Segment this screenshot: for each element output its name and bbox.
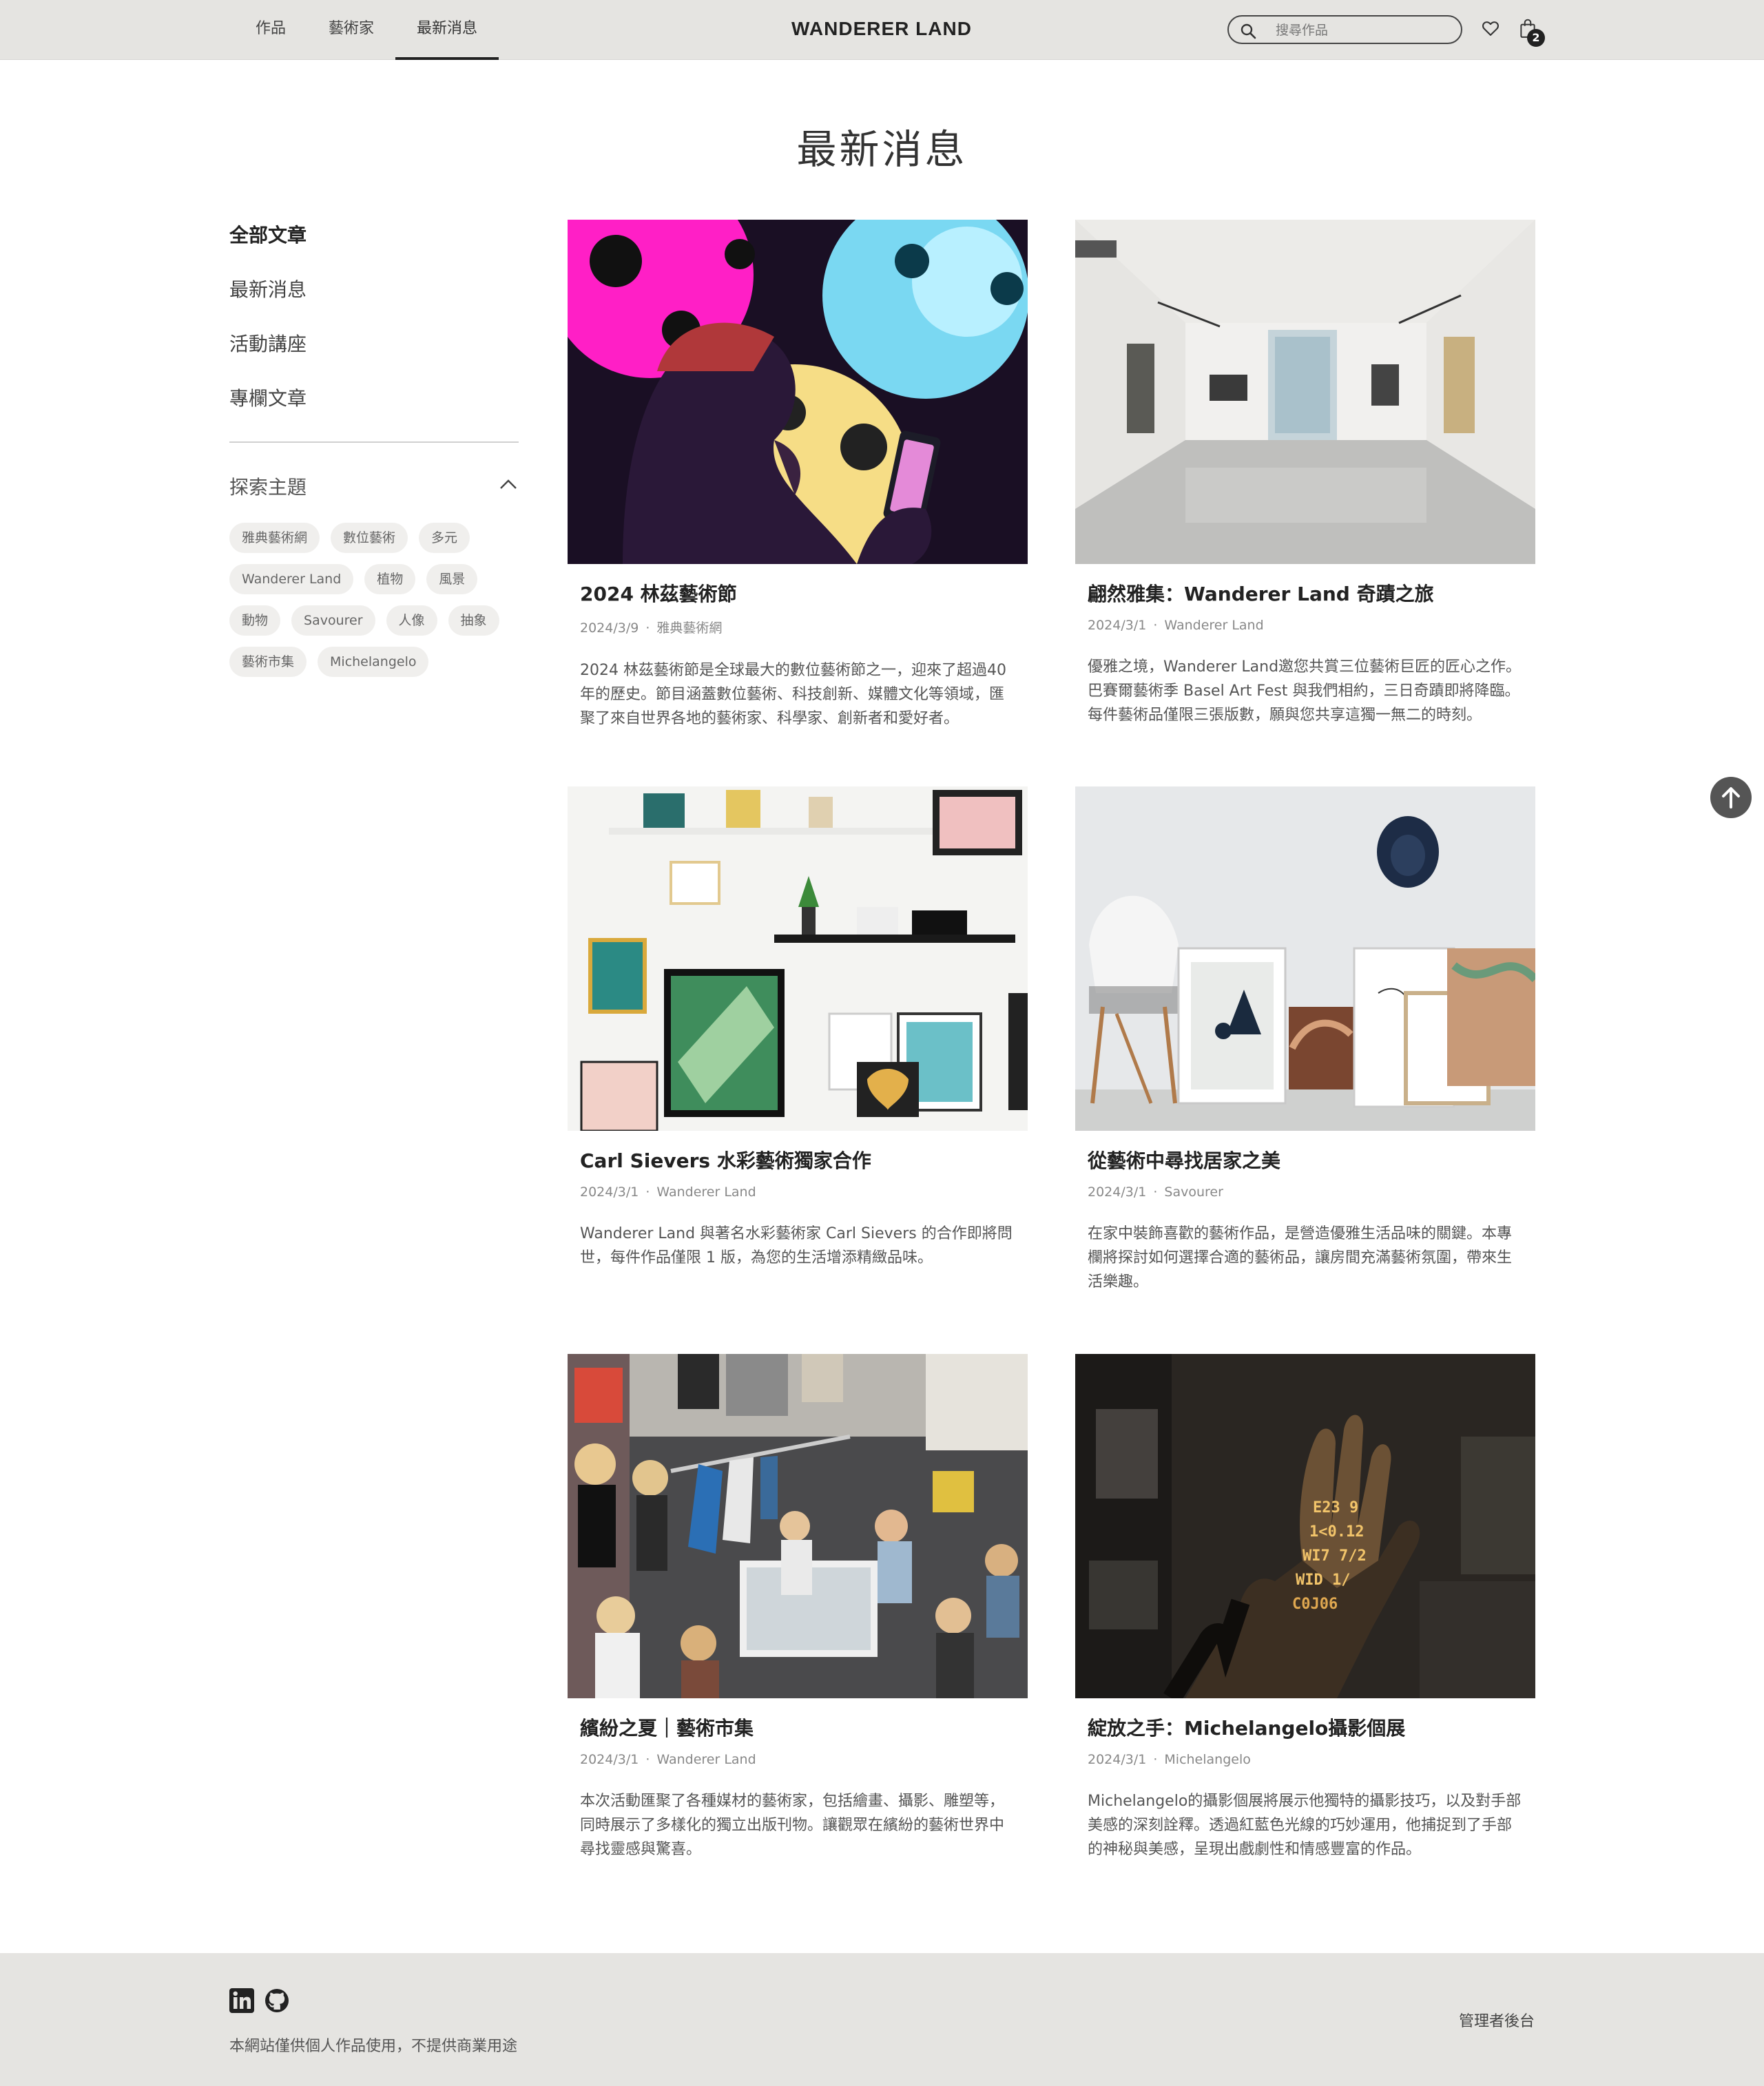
main-nav: 作品 藝術家 最新消息 (234, 0, 499, 60)
topic-tag[interactable]: Savourer (291, 605, 375, 636)
meta-separator: · (1153, 1752, 1158, 1767)
footer-disclaimer: 本網站僅供個人作品使用，不提供商業用途 (229, 2038, 518, 2055)
nav-works[interactable]: 作品 (234, 0, 307, 60)
back-to-top-button[interactable] (1710, 777, 1752, 818)
admin-link[interactable]: 管理者後台 (1459, 2009, 1535, 2031)
sidebar-item-all-articles[interactable]: 全部文章 (229, 220, 307, 248)
page-title: 最新消息 (796, 126, 968, 173)
meta-separator: · (1153, 1185, 1158, 1200)
article-date: 2024/3/1 (580, 1185, 639, 1200)
projected-code-text: WID 1/ (1296, 1572, 1350, 1589)
brand-logo[interactable]: WANDERER LAND (744, 0, 1019, 60)
article-image-festival[interactable] (568, 220, 1028, 564)
article-source: Wanderer Land (656, 1185, 756, 1200)
article-excerpt: Michelangelo的攝影個展將展示他獨特的攝影技巧，以及對手部美感的深刻詮… (1088, 1793, 1522, 1858)
article-source: Michelangelo (1164, 1752, 1251, 1767)
article-excerpt: 在家中裝飾喜歡的藝術作品，是營造優雅生活品味的關鍵。本專欄將探討如何選擇合適的藝… (1088, 1225, 1513, 1291)
article-image-hands-projection[interactable]: E23 9 1<0.12 WI7 7/2 WID 1/ C0J06 (1075, 1354, 1535, 1698)
topic-tag[interactable]: 藝術市集 (229, 647, 307, 677)
meta-separator: · (1153, 618, 1158, 633)
site-header: 作品 藝術家 最新消息 WANDERER LAND 2 (0, 0, 1764, 60)
article-excerpt: 優雅之境，Wanderer Land邀您共賞三位藝術巨匠的匠心之作。巴賽爾藝術季… (1088, 658, 1522, 724)
topic-tag[interactable]: 多元 (419, 523, 470, 553)
article-date: 2024/3/1 (1088, 1185, 1147, 1200)
article-card[interactable]: 翩然雅集：Wanderer Land 奇蹟之旅 2024/3/1 · Wandere… (1075, 220, 1535, 727)
article-meta: 2024/3/1 · Michelangelo (1088, 1752, 1523, 1767)
search-input[interactable] (1276, 21, 1455, 39)
topic-tag[interactable]: 動物 (229, 605, 281, 636)
article-meta: 2024/3/1 · Wanderer Land (1088, 618, 1523, 633)
chevron-up-icon[interactable] (499, 477, 518, 491)
linkedin-icon[interactable] (229, 1988, 254, 2013)
article-card[interactable]: E23 9 1<0.12 WI7 7/2 WID 1/ C0J06 綻放之手：M… (1075, 1354, 1535, 1861)
meta-separator: · (645, 1185, 650, 1200)
article-meta: 2024/3/9 · 雅典藝術網 (580, 618, 1015, 636)
sidebar-item-events[interactable]: 活動講座 (229, 329, 307, 357)
topic-tag[interactable]: 風景 (426, 564, 478, 594)
projected-code-text: 1<0.12 (1309, 1523, 1364, 1541)
projected-code-text: WI7 7/2 (1303, 1547, 1367, 1565)
article-source: Wanderer Land (656, 1752, 756, 1767)
article-card[interactable]: 繽紛之夏｜藝術市集 2024/3/1 · Wanderer Land 本次活動匯聚了… (568, 1354, 1028, 1861)
arrow-up-icon (1722, 787, 1740, 809)
article-title[interactable]: 綻放之手：Michelangelo攝影個展 (1088, 1713, 1523, 1741)
article-image-gallery[interactable] (1075, 220, 1535, 564)
article-meta: 2024/3/1 · Wanderer Land (580, 1185, 1015, 1200)
meta-separator: · (645, 620, 650, 636)
projected-code-text: E23 9 (1313, 1499, 1358, 1516)
article-meta: 2024/3/1 · Savourer (1088, 1185, 1523, 1200)
article-source: Savourer (1164, 1185, 1223, 1200)
topic-tag[interactable]: 抽象 (448, 605, 499, 636)
article-image-watercolor-wall[interactable] (568, 786, 1028, 1131)
sidebar-divider (229, 441, 519, 443)
topic-tag[interactable]: 數位藝術 (331, 523, 408, 553)
article-card[interactable]: 從藝術中尋找居家之美 2024/3/1 · Savourer 在家中裝飾喜歡的藝術作… (1075, 786, 1535, 1294)
article-date: 2024/3/1 (1088, 1752, 1147, 1767)
topic-tag[interactable]: Michelangelo (318, 647, 429, 677)
heart-icon[interactable] (1481, 19, 1500, 38)
article-date: 2024/3/1 (1088, 618, 1147, 633)
article-title[interactable]: Carl Sievers 水彩藝術獨家合作 (580, 1146, 1015, 1174)
article-date: 2024/3/1 (580, 1752, 639, 1767)
topic-tag[interactable]: 雅典藝術網 (229, 523, 320, 553)
projected-code-text: C0J06 (1292, 1596, 1338, 1613)
sidebar-item-columns[interactable]: 專欄文章 (229, 384, 307, 411)
sidebar-item-news[interactable]: 最新消息 (229, 275, 307, 302)
article-card[interactable]: Carl Sievers 水彩藝術獨家合作 2024/3/1 · Wanderer … (568, 786, 1028, 1294)
article-image-art-market[interactable] (568, 1354, 1028, 1698)
topic-tag[interactable]: 植物 (364, 564, 416, 594)
cart-count-badge: 2 (1527, 29, 1545, 47)
topic-tags: 雅典藝術網 數位藝術 多元 Wanderer Land 植物 風景 動物 Sav… (229, 523, 526, 677)
article-date: 2024/3/9 (580, 620, 639, 636)
article-source: 雅典藝術網 (656, 620, 723, 636)
topic-tag[interactable]: 人像 (386, 605, 437, 636)
article-source: Wanderer Land (1164, 618, 1264, 633)
article-title[interactable]: 翩然雅集：Wanderer Land 奇蹟之旅 (1088, 579, 1523, 607)
article-excerpt: 本次活動匯聚了各種媒材的藝術家，包括繪畫、攝影、雕塑等，同時展示了多樣化的獨立出… (580, 1793, 1005, 1858)
search-box[interactable] (1227, 15, 1462, 44)
nav-news[interactable]: 最新消息 (395, 0, 499, 60)
topic-tag[interactable]: Wanderer Land (229, 564, 354, 594)
explore-topics-heading[interactable]: 探索主題 (229, 472, 307, 500)
article-card[interactable]: 2024 林茲藝術節 2024/3/9 · 雅典藝術網 2024 林茲藝術節是全球最… (568, 220, 1028, 731)
meta-separator: · (645, 1752, 650, 1767)
search-icon[interactable] (1240, 23, 1256, 39)
article-title[interactable]: 從藝術中尋找居家之美 (1088, 1146, 1523, 1174)
article-meta: 2024/3/1 · Wanderer Land (580, 1752, 1015, 1767)
article-title[interactable]: 繽紛之夏｜藝術市集 (580, 1713, 1015, 1741)
article-title[interactable]: 2024 林茲藝術節 (580, 579, 1015, 607)
github-icon[interactable] (264, 1988, 289, 2013)
article-excerpt: Wanderer Land 與著名水彩藝術家 Carl Sievers 的合作即… (580, 1225, 1013, 1266)
nav-artists[interactable]: 藝術家 (307, 0, 395, 60)
article-image-home-decor[interactable] (1075, 786, 1535, 1131)
article-excerpt: 2024 林茲藝術節是全球最大的數位藝術節之一，迎來了超過40年的歷史。節目涵蓋… (580, 662, 1006, 727)
